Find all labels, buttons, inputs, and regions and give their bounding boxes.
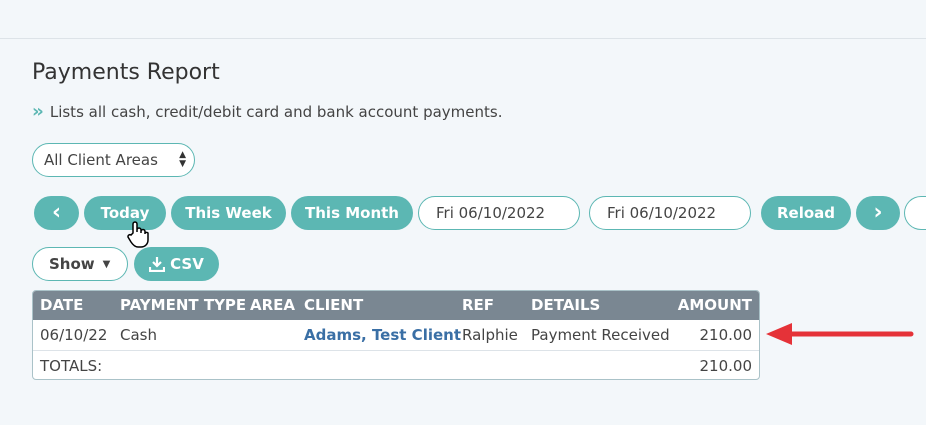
- csv-download-button[interactable]: CSV: [134, 247, 219, 281]
- select-updown-icon: ▲ ▼: [179, 150, 186, 169]
- totals-amount: 210.00: [699, 357, 753, 375]
- cell-details: Payment Received: [531, 326, 670, 344]
- column-header-amount[interactable]: AMOUNT: [678, 296, 752, 314]
- client-link[interactable]: Adams, Test Client: [304, 326, 461, 344]
- download-icon: [149, 256, 166, 272]
- page-description: ›› Lists all cash, credit/debit card and…: [32, 101, 503, 122]
- show-dropdown-button[interactable]: Show ▼: [32, 247, 128, 281]
- page-title: Payments Report: [32, 60, 220, 85]
- caret-down-icon: ▼: [102, 258, 111, 270]
- chevron-right-icon: ›: [873, 200, 883, 225]
- column-header-date[interactable]: DATE: [40, 296, 83, 314]
- chevron-left-icon: ‹: [51, 200, 62, 225]
- payments-table: DATE PAYMENT TYPE AREA CLIENT REF DETAIL…: [32, 290, 760, 380]
- next-button[interactable]: ›: [856, 196, 900, 230]
- this-week-button[interactable]: This Week: [171, 196, 286, 230]
- client-area-select[interactable]: All Client Areas ▲ ▼: [32, 143, 195, 177]
- cell-amount: 210.00: [699, 326, 753, 344]
- totals-row: TOTALS: 210.00: [33, 351, 759, 379]
- annotation-arrow-icon: [764, 319, 914, 353]
- reload-button[interactable]: Reload: [761, 196, 851, 230]
- table-row: 06/10/22 Cash Adams, Test Client Ralphie…: [33, 320, 759, 351]
- end-date-input[interactable]: Fri 06/10/2022: [589, 196, 751, 230]
- column-header-details[interactable]: DETAILS: [531, 296, 600, 314]
- this-month-button[interactable]: This Month: [291, 196, 413, 230]
- csv-label: CSV: [170, 255, 204, 273]
- previous-button[interactable]: ‹: [34, 196, 79, 230]
- totals-label: TOTALS:: [40, 357, 103, 375]
- start-date-input[interactable]: Fri 06/10/2022: [418, 196, 580, 230]
- cell-date: 06/10/22: [40, 326, 108, 344]
- column-header-payment-type[interactable]: PAYMENT TYPE: [120, 296, 246, 314]
- double-chevron-icon: ››: [32, 101, 44, 122]
- cell-payment-type: Cash: [120, 326, 157, 344]
- page-description-text: Lists all cash, credit/debit card and ba…: [49, 102, 503, 121]
- top-bar: [0, 0, 926, 39]
- column-header-area[interactable]: AREA: [250, 296, 295, 314]
- cell-ref: Ralphie: [462, 326, 518, 344]
- table-header: DATE PAYMENT TYPE AREA CLIENT REF DETAIL…: [33, 291, 759, 320]
- column-header-ref[interactable]: REF: [462, 296, 494, 314]
- show-label: Show: [49, 255, 95, 273]
- client-area-select-value: All Client Areas: [44, 151, 158, 169]
- column-header-client[interactable]: CLIENT: [304, 296, 363, 314]
- today-button[interactable]: Today: [84, 196, 166, 230]
- extra-input-partial[interactable]: [904, 196, 926, 230]
